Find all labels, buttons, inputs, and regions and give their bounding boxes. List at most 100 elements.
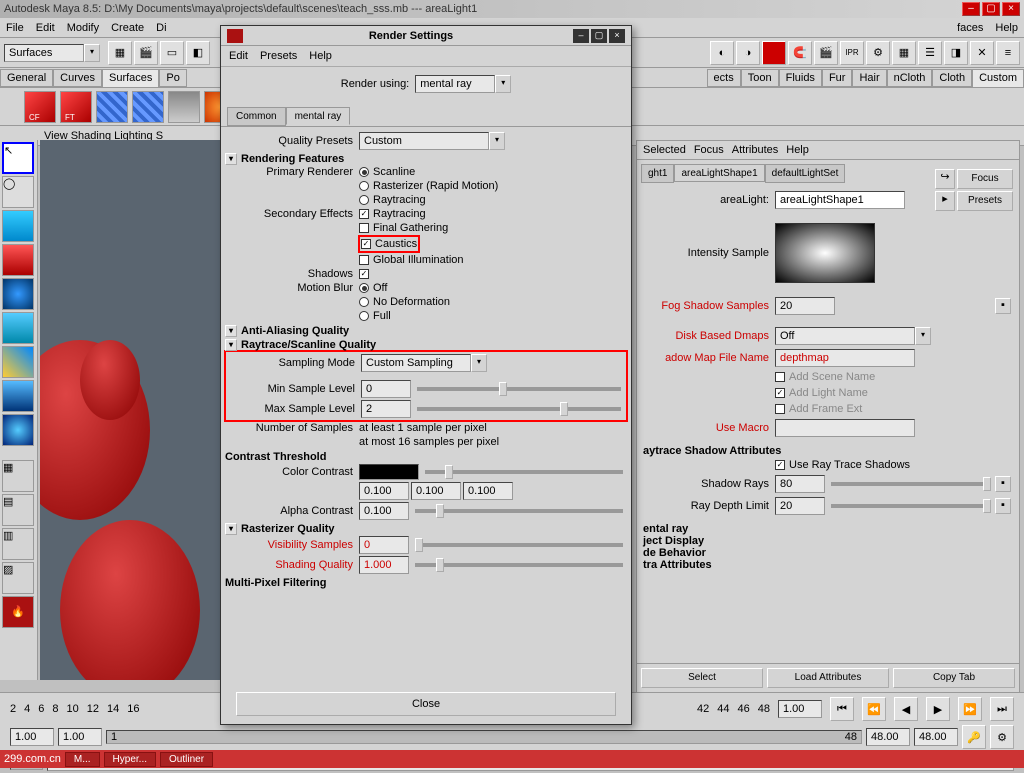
ray-depth-input[interactable] [775, 497, 825, 515]
tool-icon[interactable]: ◑ [736, 41, 760, 65]
ffwd-icon[interactable]: ⏭ [990, 697, 1014, 721]
key-icon[interactable]: 🔑 [962, 725, 986, 749]
checkbox-add-light[interactable]: ✓ [775, 388, 785, 398]
close-icon[interactable]: ✕ [970, 41, 994, 65]
quality-presets-dropdown[interactable]: ▾ [359, 132, 505, 150]
time-input[interactable] [778, 700, 822, 718]
tool-icon[interactable]: ▭ [160, 41, 184, 65]
section-extra-attr[interactable]: tra Attributes [643, 559, 712, 571]
collapse-icon[interactable]: ▾ [225, 523, 237, 535]
map-button[interactable]: ▪ [995, 498, 1011, 514]
move-tool-icon[interactable] [2, 244, 34, 276]
checkbox-add-frame[interactable] [775, 404, 785, 414]
chevron-down-icon[interactable]: ▾ [84, 44, 100, 62]
tool-icon[interactable]: ◨ [944, 41, 968, 65]
intensity-swatch[interactable] [775, 223, 875, 283]
checkbox-use-rt-shadows[interactable]: ✓ [775, 460, 785, 470]
chevron-down-icon[interactable]: ▾ [915, 327, 931, 345]
use-macro-input[interactable] [775, 419, 915, 437]
min-sample-slider[interactable] [417, 387, 621, 391]
ipr-icon[interactable]: IPR [840, 41, 864, 65]
range-start2-input[interactable] [58, 728, 102, 746]
shelf-tab[interactable]: Fur [822, 69, 853, 87]
section-object-display[interactable]: ject Display [643, 535, 704, 547]
checkbox-final-gathering[interactable] [359, 223, 369, 233]
dialog-titlebar[interactable]: Render Settings – ▢ × [221, 26, 631, 46]
task-item[interactable]: M... [65, 752, 100, 767]
shading-quality-input[interactable] [359, 556, 409, 574]
shelf-tab[interactable]: Curves [53, 69, 102, 87]
quality-presets-value[interactable] [359, 132, 489, 150]
chevron-down-icon[interactable]: ▾ [471, 354, 487, 372]
tool-icon[interactable] [762, 41, 786, 65]
close-button[interactable]: × [1002, 2, 1020, 16]
visibility-samples-input[interactable] [359, 536, 409, 554]
range-start-input[interactable] [10, 728, 54, 746]
ray-depth-slider[interactable] [831, 504, 991, 508]
presets-icon[interactable]: ▸ [935, 191, 955, 211]
layout-icon[interactable]: ▨ [2, 562, 34, 594]
task-item[interactable]: Hyper... [104, 752, 156, 767]
tool-icon[interactable]: ▦ [108, 41, 132, 65]
presets-button[interactable]: Presets [957, 191, 1013, 211]
collapse-icon[interactable]: ▾ [225, 153, 237, 165]
render-settings-icon[interactable]: ⚙ [866, 41, 890, 65]
close-button[interactable]: Close [236, 692, 616, 716]
shading-quality-slider[interactable] [415, 563, 623, 567]
radio-scanline[interactable] [359, 167, 369, 177]
shelf-icon[interactable] [168, 91, 200, 123]
dialog-menu-presets[interactable]: Presets [260, 50, 297, 62]
mode-dropdown[interactable]: ▾ [4, 44, 100, 62]
rotate-tool-icon[interactable] [2, 278, 34, 310]
tool-icon[interactable]: ▦ [892, 41, 916, 65]
menu-trunc[interactable]: Di [156, 22, 166, 34]
render-using-value[interactable] [415, 75, 495, 93]
collapse-icon[interactable]: ▾ [225, 325, 237, 337]
attr-menu-help[interactable]: Help [786, 144, 809, 156]
shelf-tab[interactable]: Custom [972, 69, 1024, 87]
shelf-tab[interactable]: Surfaces [102, 69, 159, 87]
checkbox-add-scene[interactable] [775, 372, 785, 382]
layout-icon[interactable]: ▦ [2, 460, 34, 492]
flame-icon[interactable]: 🔥 [2, 596, 34, 628]
lasso-tool-icon[interactable]: ◯ [2, 176, 34, 208]
magnet-icon[interactable]: 🧲 [788, 41, 812, 65]
cc-r-input[interactable] [359, 482, 409, 500]
rewind-icon[interactable]: ⏮ [830, 697, 854, 721]
chevron-down-icon[interactable]: ▾ [495, 75, 511, 93]
max-sample-input[interactable] [361, 400, 411, 418]
menu-create[interactable]: Create [111, 22, 144, 34]
radio-off[interactable] [359, 283, 369, 293]
dialog-max-button[interactable]: ▢ [591, 29, 607, 43]
cc-b-input[interactable] [463, 482, 513, 500]
shelf-tab[interactable]: ects [707, 69, 741, 87]
shelf-icon[interactable]: FT [60, 91, 92, 123]
shelf-tab[interactable]: General [0, 69, 53, 87]
radio-raytracing[interactable] [359, 195, 369, 205]
checkbox-global-illumination[interactable] [359, 255, 369, 265]
attr-tab[interactable]: ght1 [641, 164, 674, 183]
tab-common[interactable]: Common [227, 107, 286, 126]
shelf-tab[interactable]: Cloth [932, 69, 972, 87]
map-button[interactable]: ▪ [995, 476, 1011, 492]
tool-icon[interactable]: ☰ [918, 41, 942, 65]
manip-tool-icon[interactable] [2, 346, 34, 378]
shelf-icon[interactable]: CF [24, 91, 56, 123]
shelf-tab[interactable]: nCloth [887, 69, 933, 87]
menu-faces[interactable]: faces [957, 22, 983, 34]
checkbox-shadows[interactable]: ✓ [359, 269, 369, 279]
range-end-input[interactable] [866, 728, 910, 746]
color-contrast-slider[interactable] [425, 470, 623, 474]
dialog-menu-help[interactable]: Help [309, 50, 332, 62]
shelf-icon[interactable] [96, 91, 128, 123]
section-node-behavior[interactable]: de Behavior [643, 547, 706, 559]
sampling-mode-value[interactable] [361, 354, 471, 372]
tool-icon[interactable]: 🎬 [134, 41, 158, 65]
select-button[interactable]: Select [641, 668, 763, 688]
section-mental-ray[interactable]: ental ray [643, 523, 688, 535]
max-sample-slider[interactable] [417, 407, 621, 411]
color-swatch[interactable] [359, 464, 419, 480]
shadow-rays-input[interactable] [775, 475, 825, 493]
menu-edit[interactable]: Edit [36, 22, 55, 34]
soft-tool-icon[interactable] [2, 414, 34, 446]
